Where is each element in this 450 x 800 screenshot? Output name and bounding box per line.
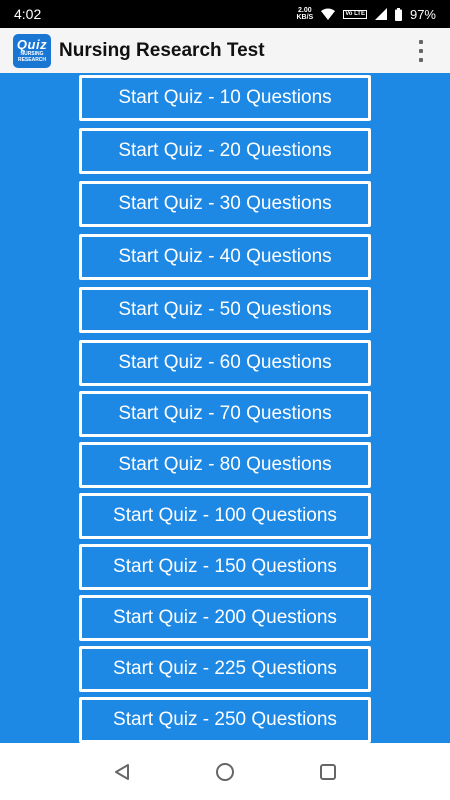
start-quiz-button[interactable]: Start Quiz - 60 Questions (79, 340, 371, 386)
network-speed: 2.00 KB/S (296, 7, 313, 21)
status-time: 4:02 (14, 6, 42, 22)
volte-badge: Vo LTE (343, 9, 367, 19)
overflow-menu-icon[interactable] (416, 40, 426, 62)
wifi-icon (321, 8, 336, 20)
logo-quiz-text: Quiz (16, 37, 48, 52)
network-speed-value: 2.00 (298, 7, 312, 14)
start-quiz-button[interactable]: Start Quiz - 150 Questions (79, 544, 371, 590)
status-icons: 2.00 KB/S Vo LTE 97% (296, 7, 436, 22)
app-logo: Quiz NURSING RESEARCH (13, 33, 51, 68)
app-title: Nursing Research Test (59, 39, 265, 61)
start-quiz-button[interactable]: Start Quiz - 225 Questions (79, 646, 371, 692)
start-quiz-button[interactable]: Start Quiz - 50 Questions (79, 287, 371, 333)
app-bar: Quiz NURSING RESEARCH Nursing Research T… (0, 28, 450, 73)
start-quiz-button[interactable]: Start Quiz - 80 Questions (79, 442, 371, 488)
start-quiz-button[interactable]: Start Quiz - 40 Questions (79, 234, 371, 280)
start-quiz-button[interactable]: Start Quiz - 200 Questions (79, 595, 371, 641)
system-nav-bar (0, 743, 450, 800)
battery-icon (394, 7, 402, 21)
signal-icon (374, 8, 387, 20)
status-bar: 4:02 2.00 KB/S Vo LTE 97% (0, 0, 450, 28)
start-quiz-button[interactable]: Start Quiz - 100 Questions (79, 493, 371, 539)
recents-icon[interactable] (316, 760, 340, 784)
start-quiz-button[interactable]: Start Quiz - 250 Questions (79, 697, 371, 743)
battery-level: 97% (409, 6, 436, 22)
quiz-list-container[interactable]: Start Quiz - 10 Questions Start Quiz - 20… (0, 73, 450, 743)
start-quiz-button[interactable]: Start Quiz - 30 Questions (79, 181, 371, 227)
start-quiz-button[interactable]: Start Quiz - 10 Questions (79, 75, 371, 121)
start-quiz-button[interactable]: Start Quiz - 20 Questions (79, 128, 371, 174)
back-icon[interactable] (110, 760, 134, 784)
start-quiz-button[interactable]: Start Quiz - 70 Questions (79, 391, 371, 437)
logo-subtitle: NURSING RESEARCH (17, 51, 47, 63)
network-speed-unit: KB/S (296, 14, 314, 21)
home-icon[interactable] (213, 760, 237, 784)
